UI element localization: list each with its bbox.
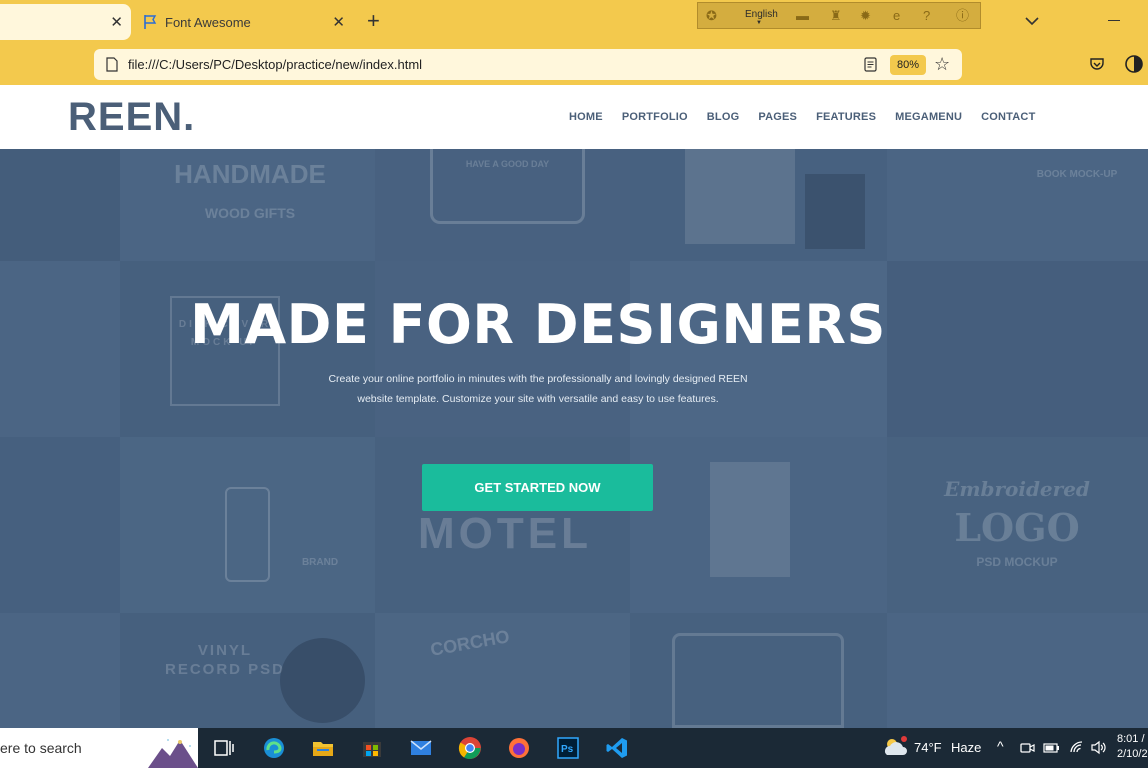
main-nav: HOME PORTFOLIO BLOG PAGES FEATURES MEGAM… bbox=[569, 111, 1055, 123]
volume-icon[interactable] bbox=[1091, 740, 1108, 755]
hero-section: HANDMADE WOOD GIFTS HAVE A GOOD DAY BOOK… bbox=[0, 149, 1148, 728]
close-tab-icon[interactable]: ✕ bbox=[332, 13, 345, 31]
language-bar: ✪ English ▼ ▬ ♜ ✹ e ? ⓘ bbox=[697, 2, 981, 29]
language-caret-icon[interactable]: ▼ bbox=[756, 20, 762, 26]
nav-home[interactable]: HOME bbox=[569, 111, 603, 123]
close-tab-icon[interactable]: ✕ bbox=[110, 13, 123, 31]
settings-icon[interactable]: ✹ bbox=[860, 8, 871, 23]
battery-icon[interactable] bbox=[1043, 740, 1060, 755]
profile-icon[interactable] bbox=[1124, 54, 1144, 74]
nav-blog[interactable]: BLOG bbox=[707, 111, 740, 123]
tab-title: Font Awesome bbox=[165, 15, 251, 30]
site-header: REEN. HOME PORTFOLIO BLOG PAGES FEATURES… bbox=[0, 85, 1148, 149]
browser-tab-strip: ✕ Font Awesome ✕ + ✪ English ▼ ▬ ♜ ✹ e ?… bbox=[0, 0, 1148, 44]
mail-icon[interactable] bbox=[409, 736, 433, 760]
keyboard-icon[interactable]: ▬ bbox=[796, 8, 809, 23]
store-icon[interactable] bbox=[360, 736, 384, 760]
chevron-down-icon[interactable] bbox=[1023, 12, 1041, 30]
clock[interactable]: 8:01 / 2/10/2 bbox=[1117, 732, 1148, 762]
tab-active[interactable]: ✕ bbox=[0, 4, 131, 40]
nav-pages[interactable]: PAGES bbox=[758, 111, 797, 123]
language-label[interactable]: English bbox=[745, 9, 778, 20]
flag-icon bbox=[144, 15, 157, 29]
bookmark-star-icon[interactable]: ☆ bbox=[934, 54, 950, 74]
ie-icon[interactable]: e bbox=[893, 8, 900, 23]
nav-megamenu[interactable]: MEGAMENU bbox=[895, 111, 962, 123]
pocket-icon[interactable] bbox=[1089, 56, 1105, 72]
page-icon bbox=[106, 57, 118, 72]
url-text[interactable]: file:///C:/Users/PC/Desktop/practice/new… bbox=[128, 57, 422, 72]
help-icon[interactable]: ? bbox=[923, 8, 930, 23]
hero-overlay bbox=[0, 149, 1148, 728]
weather-icon[interactable] bbox=[881, 735, 909, 759]
wifi-icon[interactable] bbox=[1069, 740, 1084, 755]
file-explorer-icon[interactable] bbox=[311, 736, 335, 760]
address-bar: file:///C:/Users/PC/Desktop/practice/new… bbox=[0, 44, 1148, 85]
hero-title: MADE FOR DESIGNERS bbox=[190, 293, 886, 356]
meet-now-icon[interactable] bbox=[1020, 740, 1035, 755]
reader-view-icon[interactable] bbox=[864, 57, 877, 72]
ime-icon[interactable]: ✪ bbox=[706, 8, 717, 23]
tray-chevron-up-icon[interactable]: ^ bbox=[997, 738, 1004, 768]
pen-icon[interactable]: ♜ bbox=[830, 8, 842, 23]
nav-portfolio[interactable]: PORTFOLIO bbox=[622, 111, 688, 123]
taskbar-search[interactable]: ere to search bbox=[0, 728, 198, 768]
search-highlight-art bbox=[148, 739, 198, 768]
weather-desc[interactable]: Haze bbox=[951, 740, 981, 768]
info-icon[interactable]: ⓘ bbox=[956, 8, 969, 23]
vscode-icon[interactable] bbox=[605, 736, 629, 760]
taskbar: ere to search Ps 74°F Haze ^ 8:01 / 2/10… bbox=[0, 728, 1148, 768]
clock-date: 2/10/2 bbox=[1117, 748, 1148, 760]
weather-temp[interactable]: 74°F bbox=[914, 740, 942, 768]
minimize-icon[interactable] bbox=[1108, 20, 1120, 21]
edge-icon[interactable] bbox=[262, 736, 286, 760]
url-field[interactable]: file:///C:/Users/PC/Desktop/practice/new… bbox=[94, 49, 962, 80]
tab-font-awesome[interactable]: Font Awesome ✕ bbox=[139, 4, 353, 40]
svg-text:Ps: Ps bbox=[561, 744, 574, 755]
chrome-icon[interactable] bbox=[458, 736, 482, 760]
hero-subtitle: Create your online portfolio in minutes … bbox=[328, 373, 748, 405]
firefox-icon[interactable] bbox=[507, 736, 531, 760]
new-tab-button[interactable]: + bbox=[367, 10, 380, 32]
get-started-button[interactable]: GET STARTED NOW bbox=[422, 464, 653, 511]
photoshop-icon[interactable]: Ps bbox=[556, 736, 580, 760]
clock-time: 8:01 / bbox=[1117, 733, 1145, 745]
site-logo[interactable]: REEN. bbox=[68, 95, 195, 140]
zoom-level-badge[interactable]: 80% bbox=[890, 55, 926, 75]
task-view-icon[interactable] bbox=[212, 736, 236, 760]
search-placeholder[interactable]: ere to search bbox=[0, 740, 82, 756]
nav-features[interactable]: FEATURES bbox=[816, 111, 876, 123]
nav-contact[interactable]: CONTACT bbox=[981, 111, 1035, 123]
